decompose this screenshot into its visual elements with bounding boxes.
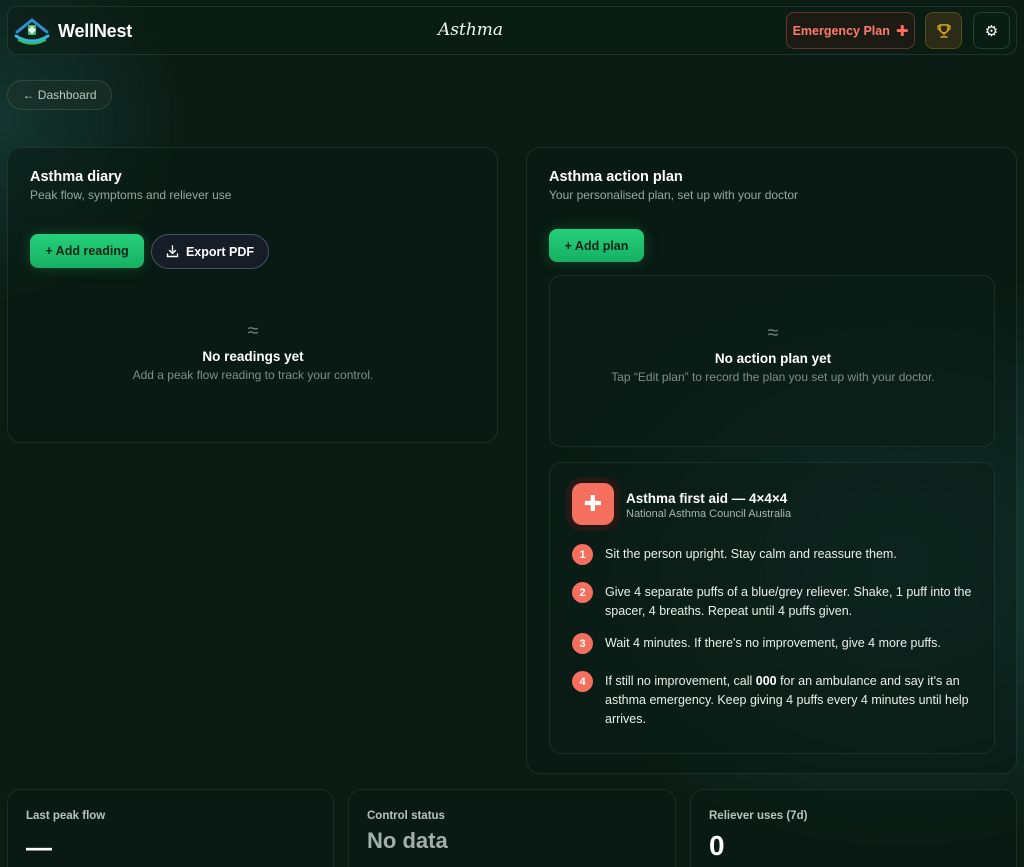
achievements-button[interactable] <box>925 12 962 49</box>
first-aid-source: National Asthma Council Australia <box>626 508 792 520</box>
stat-value: — <box>26 832 52 862</box>
settings-button[interactable]: ⚙ <box>973 12 1010 49</box>
step-number: 4 <box>572 671 593 692</box>
stat-value: No data <box>367 828 448 853</box>
emergency-number: 000 <box>755 674 777 688</box>
trophy-icon <box>936 23 951 38</box>
plan-empty-box: ≈ No action plan yet Tap “Edit plan” to … <box>549 275 995 447</box>
first-aid-step: 2 Give 4 separate puffs of a blue/grey r… <box>572 582 971 622</box>
stat-label: Last peak flow <box>26 810 106 822</box>
diary-empty-title: No readings yet <box>202 349 304 364</box>
top-bar: WellNest Asthma Emergency Plan ✚ ⚙ <box>7 6 1017 55</box>
step-text: Give 4 separate puffs of a blue/grey rel… <box>605 585 972 618</box>
add-reading-button[interactable]: + Add reading <box>30 234 144 268</box>
wellnest-logo-icon <box>14 18 50 45</box>
back-to-dashboard-button[interactable]: ← Dashboard <box>7 80 112 110</box>
first-aid-cross-icon: ✚ <box>572 483 614 525</box>
plan-subtitle: Your personalised plan, set up with your… <box>549 188 799 202</box>
step-number: 1 <box>572 544 593 565</box>
stat-card-control-status: Control status No data <box>348 789 676 867</box>
asthma-diary-card: Asthma diary Peak flow, symptoms and rel… <box>7 147 498 443</box>
plus-icon: ✚ <box>895 22 909 40</box>
app-name: WellNest <box>58 21 133 41</box>
diary-subtitle: Peak flow, symptoms and reliever use <box>30 188 232 202</box>
download-icon <box>166 245 179 258</box>
export-pdf-button[interactable]: Export PDF <box>151 234 269 269</box>
page-title: Asthma <box>438 20 504 40</box>
plan-empty-state: ≈ No action plan yet Tap “Edit plan” to … <box>598 322 948 385</box>
plan-title: Asthma action plan <box>549 169 683 185</box>
stat-card-reliever-uses: Reliever uses (7d) 0 <box>690 789 1017 867</box>
first-aid-step: 4 If still no improvement, call 000 for … <box>572 671 969 731</box>
stat-label: Control status <box>367 810 445 822</box>
first-aid-step: 3 Wait 4 minutes. If there's no improvem… <box>572 633 952 655</box>
plan-empty-title: No action plan yet <box>714 351 832 366</box>
diary-empty-state: ≈ No readings yet Add a peak flow readin… <box>53 320 453 383</box>
first-aid-title: Asthma first aid — 4×4×4 <box>626 491 788 506</box>
action-plan-card: Asthma action plan Your personalised pla… <box>526 147 1017 774</box>
add-plan-button[interactable]: + Add plan <box>549 229 644 262</box>
step-text: Sit the person upright. Stay calm and re… <box>605 547 897 561</box>
emergency-plan-button[interactable]: Emergency Plan ✚ <box>786 12 915 49</box>
stat-label: Reliever uses (7d) <box>709 810 808 822</box>
empty-wave-icon: ≈ <box>767 322 779 344</box>
gear-icon: ⚙ <box>984 22 999 40</box>
emergency-plan-label: Emergency Plan <box>792 23 890 38</box>
diary-empty-text: Add a peak flow reading to track your co… <box>132 368 374 382</box>
step-text: If still no improvement, call 000 for an… <box>605 672 980 729</box>
step-number: 2 <box>572 582 593 603</box>
step-text: Wait 4 minutes. If there's no improvemen… <box>605 636 941 650</box>
step-text-part: If still no improvement, call <box>605 674 756 688</box>
first-aid-step: 1 Sit the person upright. Stay calm and … <box>572 544 952 566</box>
first-aid-box: ✚ Asthma first aid — 4×4×4 National Asth… <box>549 462 995 754</box>
export-pdf-label: Export PDF <box>185 244 255 259</box>
empty-wave-icon: ≈ <box>247 320 259 342</box>
stat-value: 0 <box>709 830 725 861</box>
stat-card-last-peak-flow: Last peak flow — <box>7 789 334 867</box>
step-number: 3 <box>572 633 593 654</box>
diary-title: Asthma diary <box>30 169 122 185</box>
plan-empty-text: Tap “Edit plan” to record the plan you s… <box>611 370 935 384</box>
